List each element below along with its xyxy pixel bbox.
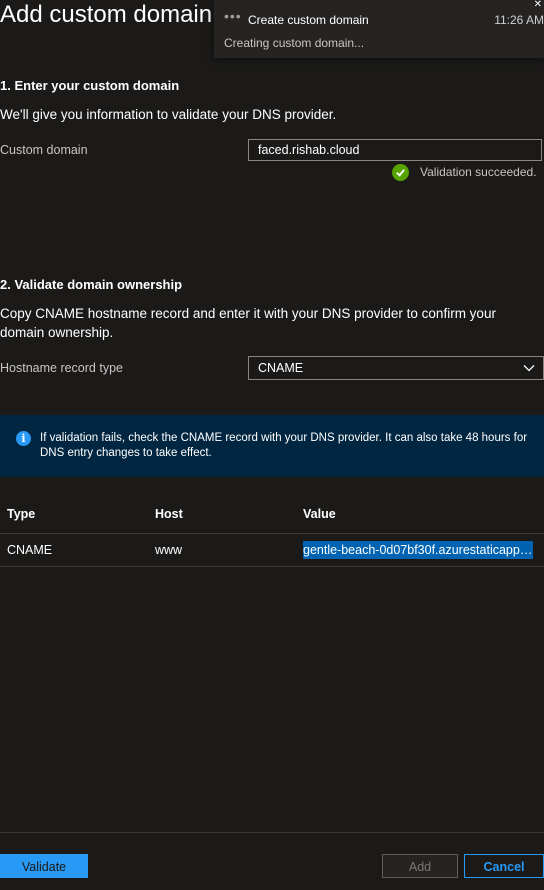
section1-description: We'll give you information to validate y… [0,107,337,122]
column-header-host: Host [155,507,183,521]
column-header-type: Type [7,507,36,521]
check-circle-icon [392,163,409,181]
section1-heading: 1. Enter your custom domain [0,78,180,93]
info-icon: i [16,431,31,446]
cell-value-selected[interactable]: gentle-beach-0d07bf30f.azurestaticapps.n… [303,541,533,559]
cell-host: www [155,543,183,557]
cell-type: CNAME [7,543,53,557]
close-icon[interactable]: ✕ [534,0,542,10]
table-row: CNAME www gentle-beach-0d07bf30f.azurest… [0,533,544,567]
toast-message: Creating custom domain... [224,36,365,50]
validation-text: Validation succeeded. [420,165,537,179]
page-title: Add custom domain [0,1,213,28]
footer-divider [0,832,544,833]
record-type-label: Hostname record type [0,361,123,375]
column-header-value: Value [303,507,336,521]
section2-heading: 2. Validate domain ownership [0,277,183,292]
validate-button[interactable]: Validate [0,854,88,878]
info-text: If validation fails, check the CNAME rec… [40,432,528,459]
ellipsis-icon: ••• [224,8,242,24]
notification-toast[interactable]: ••• Create custom domain 11:26 AM ✕ Crea… [214,0,544,58]
validation-status: Validation succeeded. [392,163,537,181]
toast-title: Create custom domain [248,13,369,27]
custom-domain-input[interactable]: faced.rishab.cloud [248,139,542,161]
info-banner: i If validation fails, check the CNAME r… [0,415,544,477]
custom-domain-label: Custom domain [0,143,88,157]
toast-time: 11:26 AM [494,13,544,27]
record-type-dropdown[interactable]: CNAME [248,356,544,380]
add-button[interactable]: Add [382,854,458,878]
record-type-value: CNAME [258,361,304,375]
chevron-down-icon [523,365,535,372]
cancel-button[interactable]: Cancel [464,854,544,878]
section2-description: Copy CNAME hostname record and enter it … [0,306,496,340]
